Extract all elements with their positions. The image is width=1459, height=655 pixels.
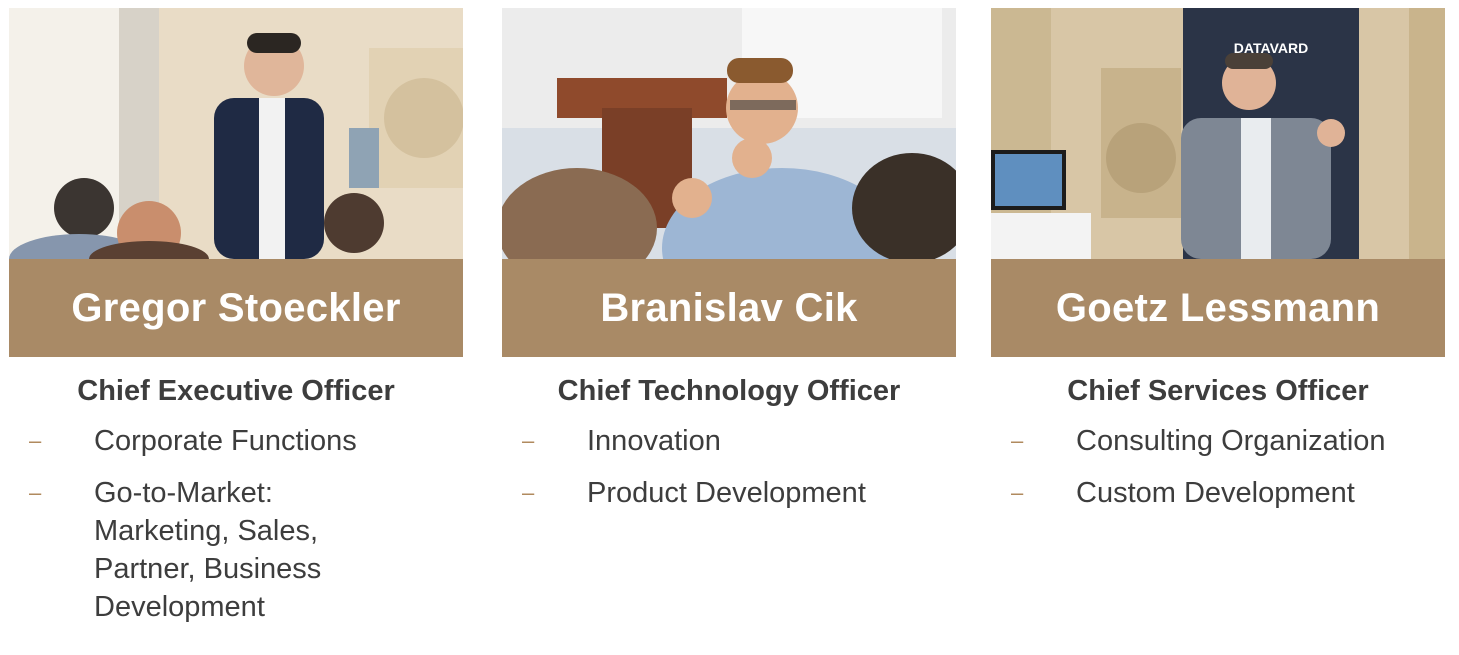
dash-icon: – [1011,428,1024,453]
person-role: Chief Services Officer [1067,375,1369,407]
list-item: – Product Development [502,474,956,512]
portrait-photo [9,8,463,259]
dash-icon: – [522,428,535,453]
responsibility-list: – Consulting Organization – Custom Devel… [991,422,1445,512]
list-item-label: Consulting Organization [1076,425,1386,457]
person-name: Gregor Stoeckler [71,285,401,330]
dash-icon: – [29,480,42,505]
person-card-cso: DATAVARD Goetz Lessmann Chief Services O… [991,8,1445,526]
list-item-label: Product Development [587,477,866,509]
person-card-cto: Branislav Cik Chief Technology Officer –… [502,8,956,526]
person-card-ceo: Gregor Stoeckler Chief Executive Officer… [9,8,463,640]
list-item: – Consulting Organization [991,422,1445,460]
responsibility-list: – Corporate Functions – Go-to-Market: Ma… [9,422,463,626]
list-item-label: Innovation [587,425,721,457]
portrait-photo: DATAVARD [991,8,1445,259]
dash-icon: – [1011,480,1024,505]
name-bar: Goetz Lessmann [991,259,1445,357]
person-name: Goetz Lessmann [1055,285,1381,330]
responsibility-list: – Innovation – Product Development [502,422,956,512]
list-item: – Innovation [502,422,956,460]
dash-icon: – [522,480,535,505]
name-bar: Branislav Cik [502,259,956,357]
portrait-image: DATAVARD [991,8,1445,259]
person-role: Chief Technology Officer [557,375,901,407]
portrait-image [9,8,463,259]
portrait-image [502,8,956,259]
list-item: – Go-to-Market: Marketing, Sales, Partne… [9,474,463,626]
name-bar: Gregor Stoeckler [9,259,463,357]
person-name: Branislav Cik [600,285,858,330]
dash-icon: – [29,428,42,453]
portrait-photo [502,8,956,259]
list-item: – Corporate Functions [9,422,463,460]
list-item-label: Custom Development [1076,477,1355,509]
list-item: – Custom Development [991,474,1445,512]
list-item-label: Go-to-Market: Marketing, Sales, Partner,… [94,477,322,623]
person-role: Chief Executive Officer [77,375,395,407]
list-item-label: Corporate Functions [94,425,357,457]
